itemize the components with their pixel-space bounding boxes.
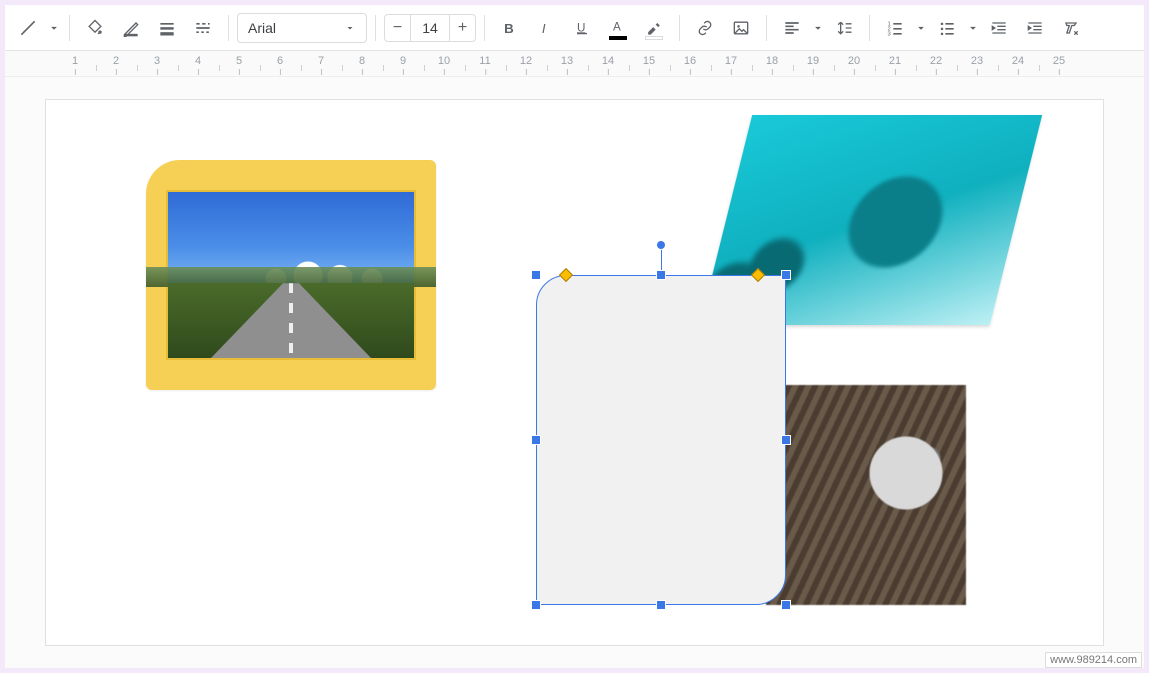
ruler-tick: 11 — [479, 55, 490, 67]
text-color-button[interactable]: A — [601, 11, 635, 45]
resize-handle-top-middle[interactable] — [656, 270, 666, 280]
border-weight-button[interactable] — [150, 11, 184, 45]
separator — [679, 15, 680, 41]
watermark: www.989214.com — [1045, 652, 1142, 668]
ruler-tick: 23 — [971, 55, 983, 67]
resize-handle-bottom-left[interactable] — [531, 600, 541, 610]
bold-button[interactable]: B — [493, 11, 527, 45]
ruler-tick: 24 — [1012, 55, 1024, 67]
ruler-tick: 16 — [684, 55, 696, 67]
ruler-tick: 14 — [602, 55, 614, 67]
image-frame-road[interactable] — [146, 160, 436, 390]
ruler-tick: 17 — [725, 55, 737, 67]
selected-shape-bounds[interactable] — [536, 275, 786, 605]
font-size-value[interactable]: 14 — [410, 14, 450, 42]
underline-button[interactable]: U — [565, 11, 599, 45]
ruler-tick: 20 — [848, 55, 860, 67]
bulleted-list-dropdown[interactable] — [966, 11, 980, 45]
separator — [375, 15, 376, 41]
resize-handle-bottom-middle[interactable] — [656, 600, 666, 610]
line-spacing-button[interactable] — [827, 11, 861, 45]
separator — [228, 15, 229, 41]
resize-handle-middle-left[interactable] — [531, 435, 541, 445]
numbered-list-button[interactable]: 123 — [878, 11, 912, 45]
font-size-group: − 14 + — [384, 14, 476, 42]
insert-image-button[interactable] — [724, 11, 758, 45]
ruler-tick: 10 — [438, 55, 450, 67]
svg-text:I: I — [542, 21, 546, 36]
ruler-tick: 15 — [643, 55, 655, 67]
insert-link-button[interactable] — [688, 11, 722, 45]
highlight-color-swatch — [645, 36, 663, 40]
ruler-tick: 6 — [277, 55, 283, 67]
rounded-rectangle-shape[interactable] — [536, 275, 786, 605]
ruler-tick: 9 — [400, 55, 406, 67]
increase-indent-button[interactable] — [1018, 11, 1052, 45]
font-size-decrease-button[interactable]: − — [384, 14, 410, 42]
resize-handle-top-left[interactable] — [531, 270, 541, 280]
ruler-tick: 2 — [113, 55, 119, 67]
numbered-list-dropdown[interactable] — [914, 11, 928, 45]
line-tool-dropdown[interactable] — [47, 11, 61, 45]
toolbar: Arial − 14 + B I U A — [5, 5, 1144, 51]
road-photo — [166, 190, 416, 360]
ruler-tick: 22 — [930, 55, 942, 67]
italic-button[interactable]: I — [529, 11, 563, 45]
svg-text:A: A — [613, 20, 621, 33]
font-family-select[interactable]: Arial — [237, 13, 367, 43]
bulleted-list-button[interactable] — [930, 11, 964, 45]
line-tool-button[interactable] — [11, 11, 45, 45]
font-size-increase-button[interactable]: + — [450, 14, 476, 42]
ruler-tick: 21 — [889, 55, 901, 67]
separator — [766, 15, 767, 41]
align-button[interactable] — [775, 11, 809, 45]
ruler-tick: 25 — [1053, 55, 1065, 67]
separator — [484, 15, 485, 41]
app-frame: Arial − 14 + B I U A — [5, 5, 1144, 668]
svg-text:3: 3 — [888, 31, 891, 37]
rotation-handle[interactable] — [656, 240, 666, 250]
highlight-color-button[interactable] — [637, 11, 671, 45]
ruler-tick: 19 — [807, 55, 819, 67]
ruler-tick: 1 — [72, 55, 78, 67]
fill-color-button[interactable] — [78, 11, 112, 45]
border-color-button[interactable] — [114, 11, 148, 45]
ruler-tick: 7 — [318, 55, 324, 67]
svg-text:U: U — [577, 21, 585, 34]
font-family-value: Arial — [248, 20, 276, 36]
resize-handle-top-right[interactable] — [781, 270, 791, 280]
canvas-wrap — [5, 77, 1144, 668]
ruler-tick: 13 — [561, 55, 573, 67]
horizontal-ruler[interactable]: 1234567891011121314151617181920212223242… — [5, 51, 1144, 77]
align-dropdown[interactable] — [811, 11, 825, 45]
separator — [69, 15, 70, 41]
ruler-tick: 8 — [359, 55, 365, 67]
ruler-tick: 5 — [236, 55, 242, 67]
image-cat[interactable] — [766, 385, 966, 605]
svg-text:B: B — [504, 21, 514, 36]
separator — [869, 15, 870, 41]
ruler-tick: 4 — [195, 55, 201, 67]
resize-handle-middle-right[interactable] — [781, 435, 791, 445]
ruler-tick: 18 — [766, 55, 778, 67]
ruler-tick: 3 — [154, 55, 160, 67]
border-dash-button[interactable] — [186, 11, 220, 45]
decrease-indent-button[interactable] — [982, 11, 1016, 45]
drawing-canvas[interactable] — [45, 99, 1104, 646]
ruler-tick: 12 — [520, 55, 532, 67]
text-color-swatch — [609, 36, 627, 40]
clear-formatting-button[interactable] — [1054, 11, 1088, 45]
resize-handle-bottom-right[interactable] — [781, 600, 791, 610]
